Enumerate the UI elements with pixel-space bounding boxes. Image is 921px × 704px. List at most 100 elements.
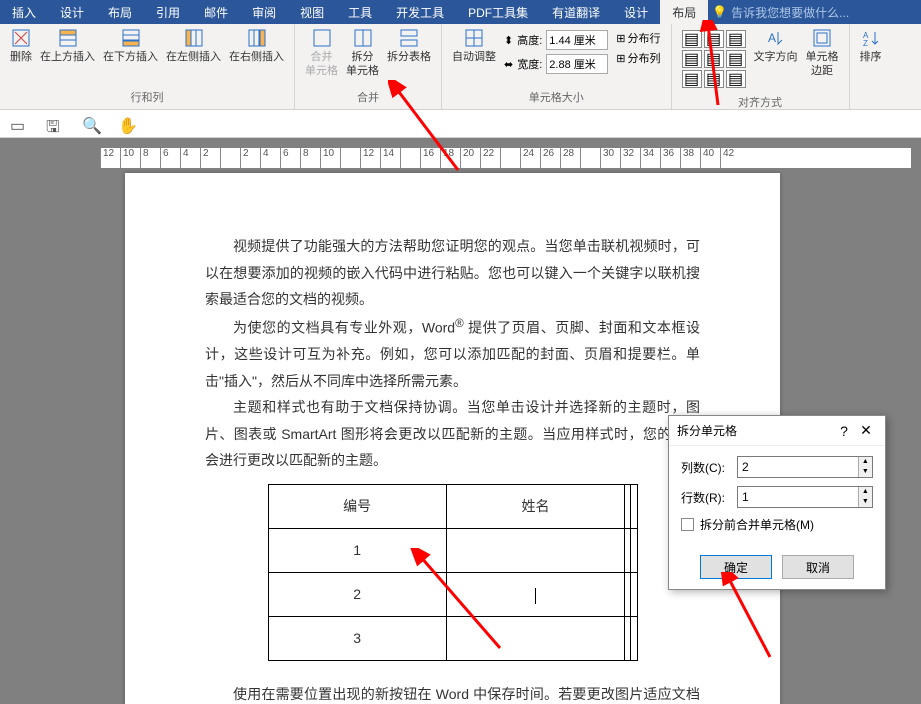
dist-rows-icon: ⊞ bbox=[616, 32, 625, 45]
quick-access-toolbar: ▭ 🖫 🔍 ✋ bbox=[0, 110, 921, 138]
document-table[interactable]: 编号 姓名 1 2 3 bbox=[268, 484, 638, 661]
table-cell[interactable] bbox=[631, 529, 637, 573]
table-row: 1 bbox=[268, 529, 637, 573]
insert-above-button[interactable]: 在上方插入 bbox=[36, 26, 99, 66]
table-header-cell[interactable]: 编号 bbox=[268, 485, 446, 529]
horizontal-ruler[interactable]: 1210864224681012141618202224262830323436… bbox=[100, 148, 911, 168]
svg-text:Z: Z bbox=[863, 39, 868, 48]
tab-review[interactable]: 审阅 bbox=[240, 0, 288, 24]
paragraph-2: 为使您的文档具有专业外观，Word® 提供了页眉、页脚、封面和文本框设计，这些设… bbox=[205, 313, 700, 394]
rows-input[interactable] bbox=[738, 487, 858, 507]
table-row: 编号 姓名 bbox=[268, 485, 637, 529]
autofit-icon bbox=[464, 28, 484, 48]
align-top-left[interactable]: ▤ bbox=[682, 30, 702, 48]
split-cells-dialog: 拆分单元格 ? ✕ 列数(C): ▲▼ 行数(R): ▲▼ 拆分前合并单元格(M… bbox=[668, 415, 886, 590]
width-input[interactable] bbox=[546, 54, 608, 74]
columns-down[interactable]: ▼ bbox=[859, 467, 872, 477]
rows-down[interactable]: ▼ bbox=[859, 497, 872, 507]
dialog-close-button[interactable]: ✕ bbox=[855, 422, 877, 439]
table-row: 3 bbox=[268, 617, 637, 661]
dialog-help-button[interactable]: ? bbox=[833, 423, 855, 439]
width-icon: ⬌ bbox=[504, 58, 513, 71]
tab-developer[interactable]: 开发工具 bbox=[384, 0, 456, 24]
distribute-cols-button[interactable]: ⊞ 分布列 bbox=[616, 50, 660, 66]
insert-left-button[interactable]: 在左侧插入 bbox=[162, 26, 225, 66]
tab-references[interactable]: 引用 bbox=[144, 0, 192, 24]
tab-view[interactable]: 视图 bbox=[288, 0, 336, 24]
autofit-button[interactable]: 自动调整 bbox=[448, 26, 500, 66]
qat-icon-1[interactable]: ▭ bbox=[10, 116, 26, 132]
rows-up[interactable]: ▲ bbox=[859, 487, 872, 497]
sort-button[interactable]: AZ 排序 bbox=[856, 26, 886, 66]
merge-cells-button[interactable]: 合并 单元格 bbox=[301, 26, 342, 81]
tell-me-text: 告诉我您想要做什么... bbox=[731, 4, 849, 21]
columns-spinner[interactable]: ▲▼ bbox=[737, 456, 873, 478]
lightbulb-icon: 💡 bbox=[712, 5, 727, 19]
insert-above-label: 在上方插入 bbox=[40, 50, 95, 64]
align-bot-left[interactable]: ▤ bbox=[682, 70, 702, 88]
rows-spinner[interactable]: ▲▼ bbox=[737, 486, 873, 508]
align-top-right[interactable]: ▤ bbox=[726, 30, 746, 48]
text-direction-button[interactable]: A 文字方向 bbox=[750, 26, 802, 66]
insert-left-icon bbox=[184, 28, 204, 48]
tab-design[interactable]: 设计 bbox=[48, 0, 96, 24]
align-mid-left[interactable]: ▤ bbox=[682, 50, 702, 68]
tab-layout[interactable]: 布局 bbox=[96, 0, 144, 24]
cell-margin-icon bbox=[812, 28, 832, 48]
qat-icon-4[interactable]: ✋ bbox=[118, 116, 134, 132]
tell-me-search[interactable]: 💡 告诉我您想要做什么... bbox=[708, 0, 849, 24]
table-cell[interactable] bbox=[631, 617, 637, 661]
columns-up[interactable]: ▲ bbox=[859, 457, 872, 467]
delete-button[interactable]: 删除 bbox=[6, 26, 36, 66]
height-icon: ⬍ bbox=[504, 34, 513, 47]
table-cell[interactable]: 3 bbox=[268, 617, 446, 661]
height-input[interactable] bbox=[546, 30, 608, 50]
group-merge-label: 合并 bbox=[357, 87, 379, 107]
align-top-center[interactable]: ▤ bbox=[704, 30, 724, 48]
insert-below-button[interactable]: 在下方插入 bbox=[99, 26, 162, 66]
columns-input[interactable] bbox=[738, 457, 858, 477]
table-cell[interactable]: 1 bbox=[268, 529, 446, 573]
align-bot-right[interactable]: ▤ bbox=[726, 70, 746, 88]
tab-pdf[interactable]: PDF工具集 bbox=[456, 0, 540, 24]
table-cell[interactable]: 2 bbox=[268, 573, 446, 617]
autofit-label: 自动调整 bbox=[452, 50, 496, 64]
tab-insert[interactable]: 插入 bbox=[0, 0, 48, 24]
split-cells-icon bbox=[353, 28, 373, 48]
insert-right-label: 在右侧插入 bbox=[229, 50, 284, 64]
checkbox-box bbox=[681, 518, 694, 531]
dist-rows-label: 分布行 bbox=[628, 30, 661, 46]
align-bot-center[interactable]: ▤ bbox=[704, 70, 724, 88]
insert-above-icon bbox=[58, 28, 78, 48]
cancel-button[interactable]: 取消 bbox=[782, 555, 854, 579]
split-cells-label: 拆分 单元格 bbox=[346, 50, 379, 79]
tab-tools[interactable]: 工具 bbox=[336, 0, 384, 24]
insert-right-icon bbox=[247, 28, 267, 48]
ribbon-body: 删除 在上方插入 在下方插入 在左侧插入 在右侧插入 行和列 bbox=[0, 24, 921, 110]
align-mid-center[interactable]: ▤ bbox=[704, 50, 724, 68]
table-header-cell[interactable] bbox=[631, 485, 637, 529]
merge-before-checkbox[interactable]: 拆分前合并单元格(M) bbox=[681, 516, 873, 533]
tab-table-layout[interactable]: 布局 bbox=[660, 0, 708, 24]
insert-right-button[interactable]: 在右侧插入 bbox=[225, 26, 288, 66]
paragraph-4: 使用在需要位置出现的新按钮在 Word 中保存时间。若要更改图片适应文档的方式，… bbox=[205, 681, 700, 704]
insert-left-label: 在左侧插入 bbox=[166, 50, 221, 64]
split-cells-button[interactable]: 拆分 单元格 bbox=[342, 26, 383, 81]
align-mid-right[interactable]: ▤ bbox=[726, 50, 746, 68]
qat-icon-2[interactable]: 🖫 bbox=[46, 116, 62, 132]
table-cell[interactable] bbox=[631, 573, 637, 617]
table-header-cell[interactable]: 姓名 bbox=[446, 485, 624, 529]
table-cell[interactable] bbox=[446, 529, 624, 573]
cell-margin-button[interactable]: 单元格 边距 bbox=[802, 26, 843, 81]
tab-mailings[interactable]: 邮件 bbox=[192, 0, 240, 24]
split-table-button[interactable]: 拆分表格 bbox=[383, 26, 435, 66]
tab-table-design[interactable]: 设计 bbox=[612, 0, 660, 24]
group-rows-cols-label: 行和列 bbox=[131, 87, 164, 107]
qat-icon-3[interactable]: 🔍 bbox=[82, 116, 98, 132]
ok-button[interactable]: 确定 bbox=[700, 555, 772, 579]
table-cell[interactable] bbox=[446, 617, 624, 661]
distribute-rows-button[interactable]: ⊞ 分布行 bbox=[616, 30, 660, 46]
tab-youdao[interactable]: 有道翻译 bbox=[540, 0, 612, 24]
dist-cols-label: 分布列 bbox=[628, 50, 661, 66]
table-cell-active[interactable] bbox=[446, 573, 624, 617]
